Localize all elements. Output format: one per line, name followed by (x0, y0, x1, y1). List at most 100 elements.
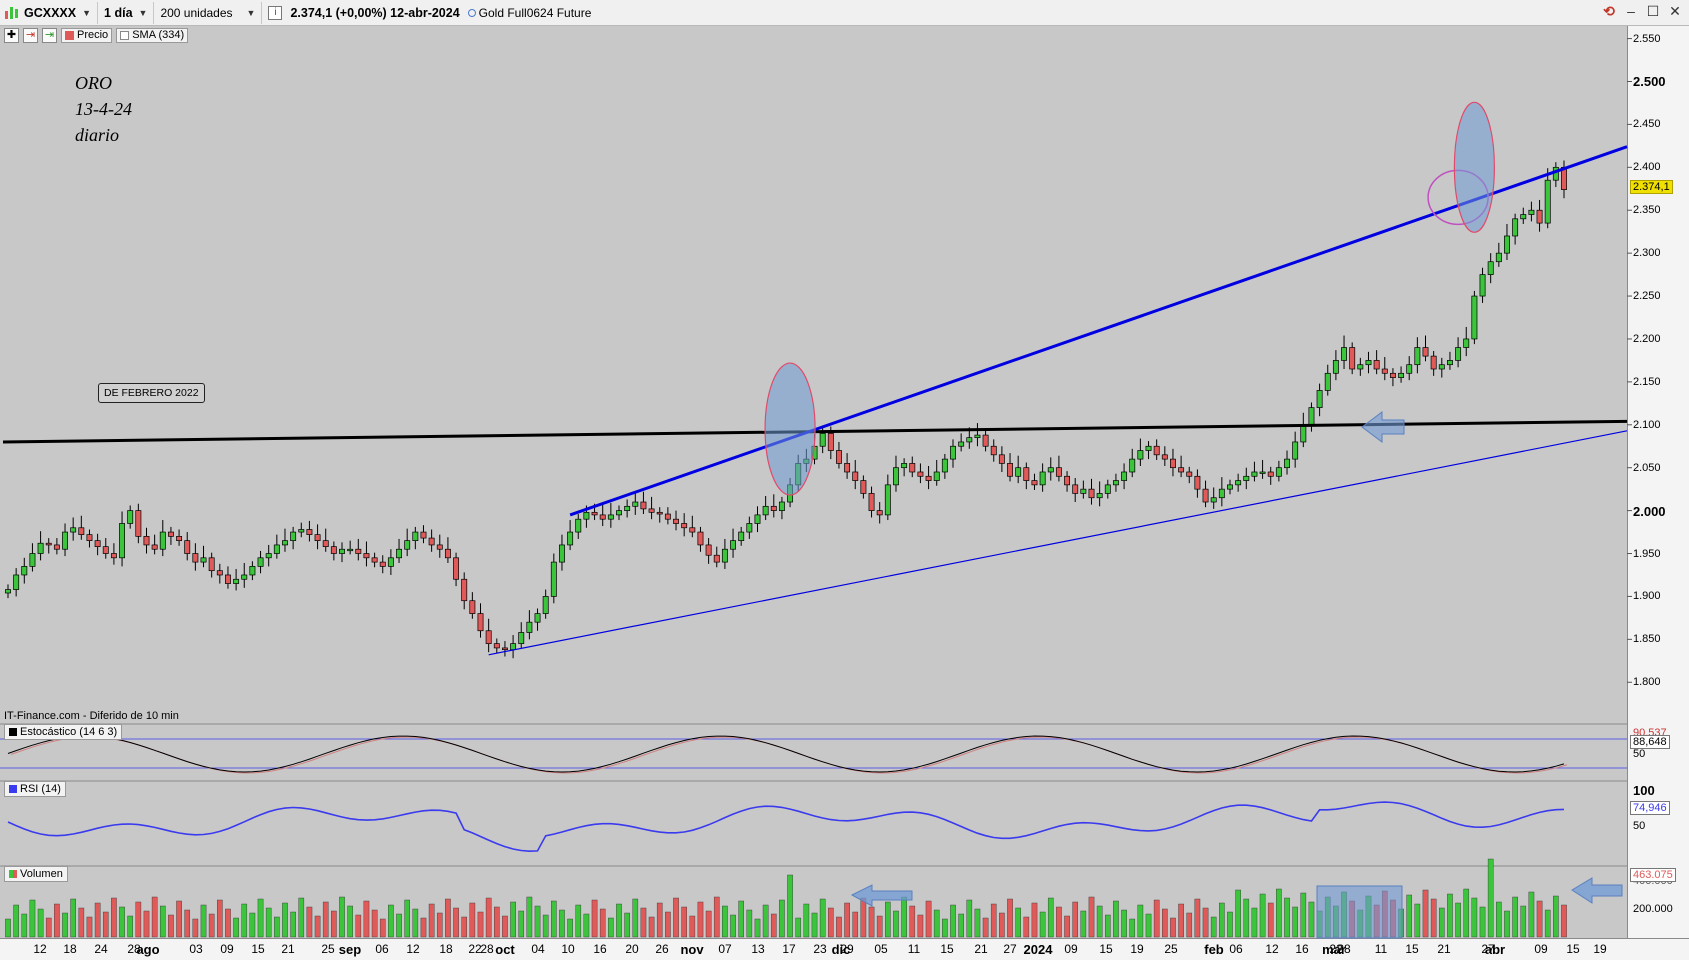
volume-bar (1243, 898, 1250, 938)
candle-up (526, 621, 533, 633)
candle-up (974, 434, 981, 439)
time-tick: 24 (94, 942, 108, 956)
volume-bar (1553, 895, 1559, 938)
time-tick: 19 (1593, 942, 1607, 956)
volume-bar (624, 912, 630, 938)
candle-down (330, 546, 337, 554)
candle-up (958, 441, 965, 447)
volume-bar (388, 904, 394, 938)
support-label-box[interactable]: DE FEBRERO 2022 (98, 383, 205, 403)
volume-tick-200: 200.000 (1633, 903, 1673, 915)
volume-bar (713, 896, 720, 938)
volume-bar (1219, 902, 1225, 938)
candle-down (770, 505, 777, 511)
candle-up (1292, 441, 1299, 460)
volume-bar (1137, 904, 1144, 938)
candle-down (176, 536, 183, 541)
time-tick: 17 (782, 942, 796, 956)
time-tick: 11 (907, 942, 921, 956)
candle-up (893, 467, 899, 486)
volume-bar (78, 907, 85, 938)
candle-up (941, 458, 948, 473)
volume-bar (1039, 911, 1046, 938)
candle-up (1047, 467, 1054, 473)
candle-down (1064, 475, 1071, 486)
volume-bar (591, 899, 598, 938)
volume-label: Volumen (20, 868, 63, 880)
candle-up (950, 445, 956, 460)
volume-bar (722, 905, 728, 938)
volume-value-tag: 463.075 (1630, 868, 1676, 882)
stochastic-tick-50: 50 (1633, 748, 1646, 760)
candle-up (1544, 179, 1551, 224)
volume-bar (379, 918, 386, 938)
candle-up (62, 531, 68, 550)
volume-bar (420, 917, 427, 938)
volume-bar (705, 910, 712, 938)
volume-bar (567, 918, 573, 938)
candle-down (436, 544, 443, 550)
candle-up (29, 553, 36, 567)
volume-bar (225, 908, 231, 938)
volume-legend[interactable]: Volumen (4, 866, 68, 882)
volume-bar (599, 908, 606, 938)
candle-up (1438, 364, 1445, 370)
volume-bar (1251, 907, 1258, 938)
time-tick: 07 (718, 942, 732, 956)
candle-down (86, 534, 93, 541)
time-tick: 15 (940, 942, 954, 956)
remove-indicator-button[interactable]: ⇥ (23, 27, 38, 43)
chart-annotation[interactable]: ORO 13-4-24 diario (75, 70, 132, 148)
candle-up (884, 484, 891, 516)
annotation-line-1: ORO (75, 73, 112, 93)
volume-bar (901, 896, 907, 938)
candle-down (836, 450, 842, 464)
rsi-line (7, 801, 1565, 853)
candle-down (697, 531, 704, 546)
export-button[interactable]: ⇥ (42, 27, 57, 43)
volume-color-icon (9, 870, 17, 878)
candle-down (681, 523, 688, 529)
candle-down (184, 540, 191, 554)
volume-bar (94, 902, 101, 938)
volume-bar (828, 907, 834, 938)
volume-bar (1202, 907, 1209, 938)
volume-bar (151, 896, 158, 938)
volume-bar (608, 917, 614, 938)
volume-bar (1047, 897, 1054, 938)
rsi-legend[interactable]: RSI (14) (4, 781, 66, 797)
volume-bar (738, 900, 744, 938)
stochastic-legend[interactable]: Estocástico (14 6 3) (4, 724, 123, 740)
volume-bar (29, 899, 36, 938)
rsi-tick-50: 50 (1633, 820, 1646, 832)
candle-up (1218, 488, 1225, 499)
volume-bar (648, 916, 655, 938)
candle-down (322, 540, 329, 548)
volume-bar (534, 905, 541, 938)
candle-up (159, 531, 166, 550)
time-tick: 23 (813, 942, 827, 956)
price-chart-svg[interactable] (0, 0, 1689, 960)
candle-down (656, 511, 663, 515)
candle-up (412, 531, 419, 541)
annotation-line-2: 13-4-24 (75, 99, 132, 119)
time-tick: 25 (1164, 942, 1178, 956)
candle-up (738, 531, 745, 541)
candle-up (1121, 471, 1128, 481)
add-indicator-button[interactable]: ✚ (4, 27, 19, 43)
volume-bar (135, 901, 142, 938)
volume-bar (1300, 892, 1307, 938)
volume-bar (54, 903, 60, 938)
candle-up (1332, 360, 1339, 374)
legend-sma[interactable]: SMA (334) (116, 27, 189, 43)
volume-bar (542, 914, 549, 938)
candle-down (648, 508, 655, 513)
volume-bar (1447, 893, 1453, 938)
volume-bar (347, 905, 353, 938)
time-tick: 06 (375, 942, 389, 956)
candle-up (1308, 407, 1315, 426)
legend-precio[interactable]: Precio (61, 27, 113, 43)
volume-bar (445, 898, 451, 938)
volume-bar (45, 917, 52, 938)
volume-bar (681, 906, 687, 938)
